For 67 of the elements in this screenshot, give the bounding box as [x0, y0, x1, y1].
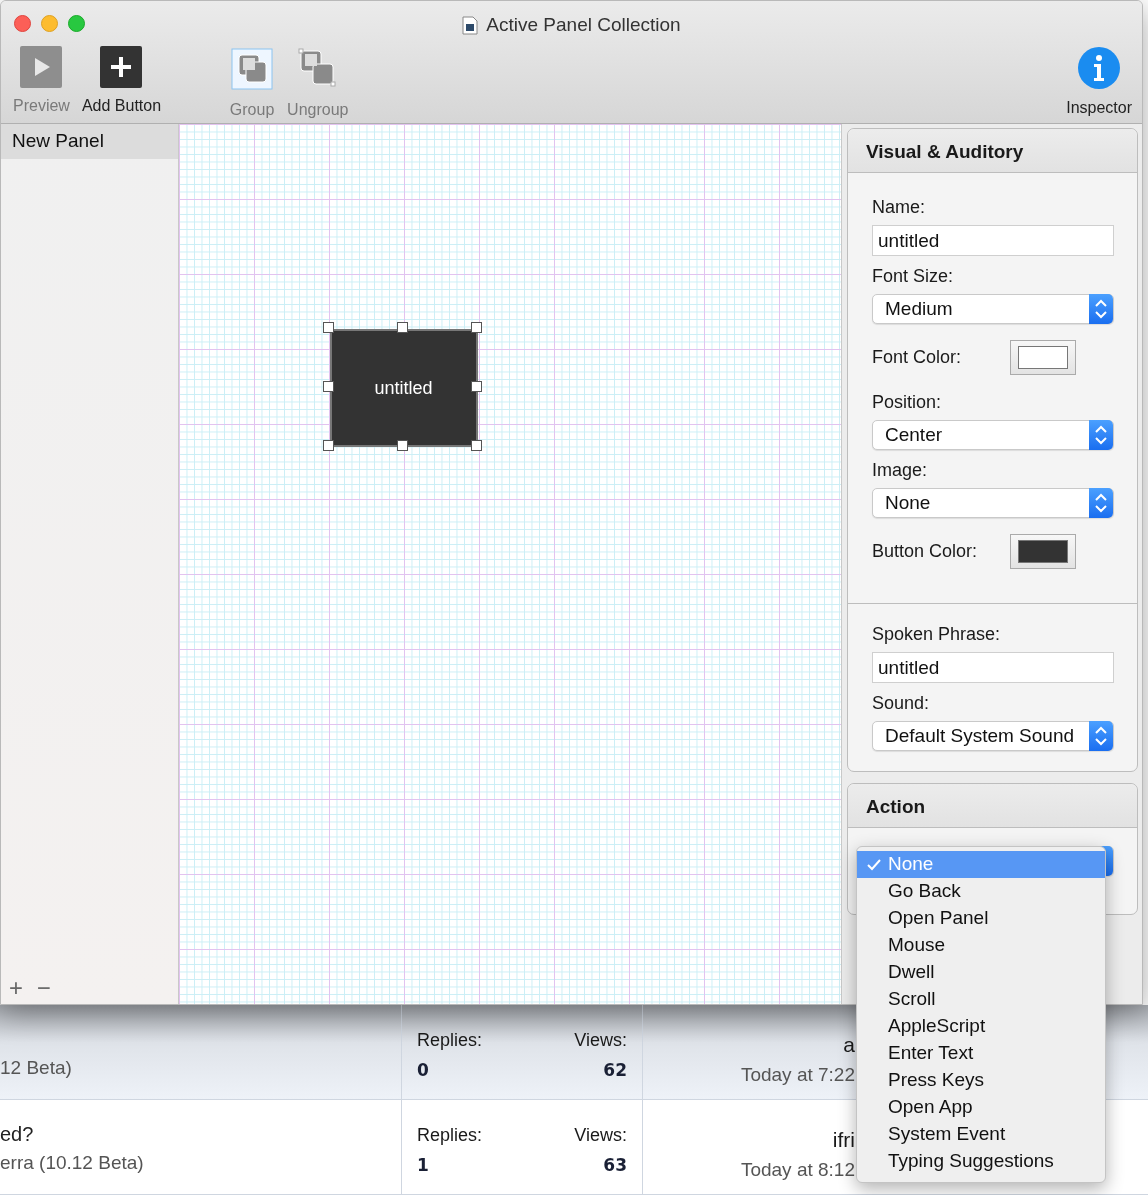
field-label: Name:	[872, 196, 926, 219]
menu-item[interactable]: Scroll	[857, 986, 1105, 1013]
menu-item[interactable]: Typing Suggestions	[857, 1148, 1105, 1175]
plus-icon	[100, 46, 143, 88]
menu-item[interactable]: System Event	[857, 1121, 1105, 1148]
field-label: Image:	[872, 459, 929, 482]
menu-item[interactable]: Dwell	[857, 959, 1105, 986]
window-title: Active Panel Collection	[486, 13, 681, 37]
resize-handle[interactable]	[470, 440, 482, 451]
menu-item[interactable]: AppleScript	[857, 1013, 1105, 1040]
field-label: Button Color:	[872, 540, 978, 563]
field-label: Spoken Phrase:	[872, 623, 1002, 646]
stat-value: 0	[417, 1059, 430, 1082]
menu-item[interactable]: Open App	[857, 1094, 1105, 1121]
field-label: Font Color:	[872, 346, 962, 369]
section-header: Action	[848, 784, 1137, 828]
document-icon	[462, 15, 479, 35]
action-menu[interactable]: None Go Back Open Panel Mouse Dwell Scroll AppleScript Enter Text Press Keys Open App System Event Typing Suggestions	[856, 846, 1106, 1183]
resize-handle[interactable]	[322, 381, 334, 392]
stat-value: 1	[417, 1154, 430, 1177]
topic-subtitle: 12 Beta)	[0, 1055, 73, 1080]
field-label: Sound:	[872, 692, 931, 715]
sidebar-item[interactable]: New Panel	[1, 124, 178, 159]
post-time: Today at 8:12	[740, 1157, 855, 1182]
info-icon	[1077, 46, 1122, 90]
stat-label: Replies:	[417, 1124, 484, 1147]
field-label: Position:	[872, 391, 943, 414]
group-icon	[229, 46, 276, 92]
author-name: a	[843, 1032, 855, 1058]
toolbar-button[interactable]: Inspector	[1066, 46, 1132, 120]
play-icon	[20, 46, 63, 88]
popup-button[interactable]: Medium	[872, 294, 1114, 324]
stat-label: Replies:	[417, 1029, 484, 1052]
menu-item[interactable]: Press Keys	[857, 1067, 1105, 1094]
stat-value: 63	[602, 1154, 627, 1177]
resize-handle[interactable]	[322, 322, 334, 333]
menu-item[interactable]: Open Panel	[857, 905, 1105, 932]
resize-handle[interactable]	[322, 440, 334, 451]
section-header: Visual & Auditory	[848, 129, 1137, 173]
checkmark-icon	[867, 859, 881, 871]
color-well[interactable]	[1010, 340, 1076, 375]
close-button[interactable]	[14, 14, 31, 32]
field-label: Font Size:	[872, 265, 955, 288]
menu-item[interactable]: Enter Text	[857, 1040, 1105, 1067]
stat-value: 62	[602, 1059, 627, 1082]
menu-item[interactable]: Mouse	[857, 932, 1105, 959]
remove-button[interactable]: −	[36, 976, 51, 1000]
stat-label: Views:	[574, 1124, 627, 1147]
toolbar-button[interactable]: Add Button	[81, 46, 162, 118]
stat-label: Views:	[574, 1029, 627, 1052]
menu-item[interactable]: Go Back	[857, 878, 1105, 905]
color-well[interactable]	[1010, 534, 1076, 569]
add-button[interactable]: +	[9, 976, 23, 1000]
resize-handle[interactable]	[470, 322, 482, 333]
resize-handle[interactable]	[396, 440, 408, 451]
panel-button[interactable]: untitled	[329, 329, 478, 447]
resize-handle[interactable]	[396, 322, 408, 333]
topic-title: ed?	[0, 1121, 35, 1147]
popup-button[interactable]: None	[872, 488, 1114, 518]
post-time: Today at 7:22	[740, 1062, 855, 1087]
popup-button[interactable]: Center	[872, 420, 1114, 450]
author-name: ifri	[832, 1127, 855, 1153]
resize-handle[interactable]	[470, 381, 482, 392]
text-field[interactable]: untitled	[872, 225, 1114, 256]
text-field[interactable]: untitled	[872, 652, 1114, 683]
topic-subtitle: erra (10.12 Beta)	[0, 1150, 145, 1175]
popup-button[interactable]: Default System Sound	[872, 721, 1114, 751]
